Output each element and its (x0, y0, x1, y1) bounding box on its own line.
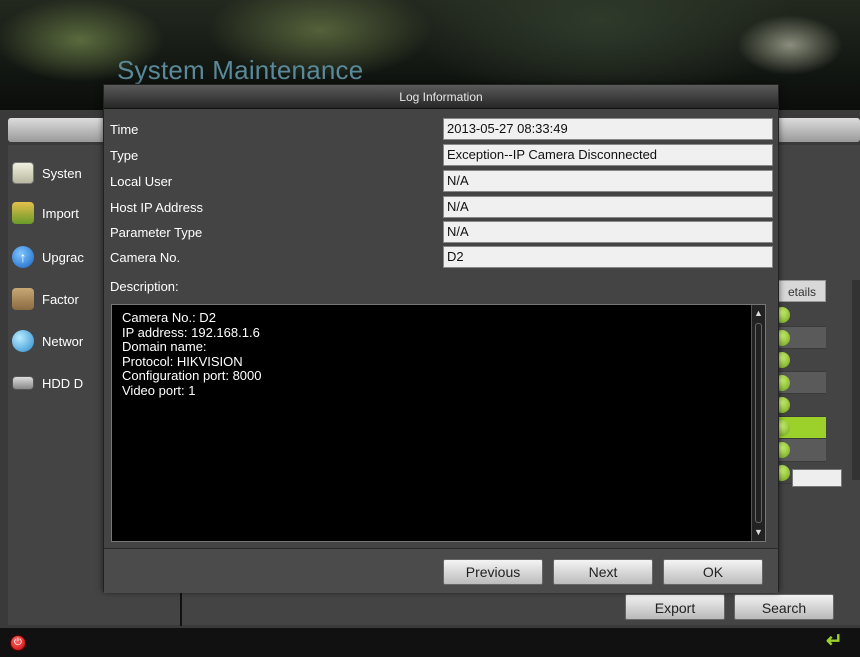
sidebar-item-network[interactable]: Networ (12, 326, 83, 356)
table-row[interactable] (774, 371, 826, 394)
sidebar-item-factory-default[interactable]: Factor (12, 284, 79, 314)
ok-button[interactable]: OK (663, 559, 763, 585)
field-label: Time (110, 122, 139, 137)
search-button[interactable]: Search (734, 594, 834, 620)
scroll-down-icon[interactable]: ▼ (752, 526, 765, 539)
field-label: Camera No. (110, 250, 181, 265)
import-export-icon (12, 202, 34, 224)
local-user-value: N/A (443, 170, 773, 192)
field-local-user: Local User N/A (110, 170, 774, 194)
log-table-rows (774, 304, 826, 484)
sidebar-item-label: Systen (42, 165, 82, 181)
sidebar-item-label: Networ (42, 333, 84, 349)
description-text: Camera No.: D2 IP address: 192.168.1.6 Dom… (122, 310, 262, 398)
sidebar-item-import-export[interactable]: Import (12, 198, 79, 228)
table-row[interactable] (774, 439, 826, 462)
sidebar-item-label: Upgrac (42, 249, 84, 265)
table-row[interactable] (774, 326, 826, 349)
back-arrow-icon[interactable]: ↵ (826, 631, 843, 651)
description-scrollbar[interactable]: ▲ ▼ (751, 305, 765, 541)
field-label: Host IP Address (110, 200, 203, 215)
page-title: System Maintenance (117, 55, 364, 85)
description-line: Camera No.: D2 (122, 310, 216, 325)
description-line: IP address: 192.168.1.6 (122, 324, 260, 340)
field-label: Local User (110, 174, 173, 189)
page-input[interactable] (792, 469, 842, 487)
field-camera-no: Camera No. D2 (110, 246, 774, 270)
field-host-ip: Host IP Address N/A (110, 196, 774, 220)
field-parameter-type: Parameter Type N/A (110, 221, 774, 245)
host-ip-value: N/A (443, 196, 773, 218)
field-time: Time 2013-05-27 08:33:49 (110, 118, 774, 142)
next-button[interactable]: Next (553, 559, 653, 585)
divider (180, 590, 182, 626)
parameter-type-value: N/A (443, 221, 773, 243)
description-box[interactable]: Camera No.: D2 IP address: 192.168.1.6 Dom… (111, 304, 766, 542)
sidebar-item-label: HDD D (42, 375, 84, 391)
table-row[interactable] (774, 394, 826, 417)
sidebar-item-label: Factor (42, 291, 79, 307)
table-row[interactable] (774, 349, 826, 372)
time-value: 2013-05-27 08:33:49 (443, 118, 773, 140)
sidebar-item-label: Import (42, 205, 79, 221)
type-value: Exception--IP Camera Disconnected (443, 144, 773, 166)
details-column-header[interactable]: etails (778, 280, 826, 302)
dialog-title: Log Information (104, 85, 778, 109)
status-bar (0, 628, 860, 657)
log-information-dialog: Log Information Time 2013-05-27 08:33:49… (103, 84, 779, 593)
export-button[interactable]: Export (625, 594, 725, 620)
system-info-icon (12, 162, 34, 184)
description-label: Description: (110, 279, 179, 294)
description-line: Configuration port: 8000 (122, 368, 262, 383)
upgrade-icon: ↑ (12, 246, 34, 268)
scroll-track[interactable] (755, 323, 762, 523)
field-label: Parameter Type (110, 225, 203, 240)
sidebar-item-upgrade[interactable]: ↑ Upgrac (12, 242, 84, 272)
table-row-selected[interactable] (774, 416, 826, 439)
sidebar-item-hdd[interactable]: HDD D (12, 368, 83, 398)
description-line: Domain name: (122, 339, 207, 354)
nvr-screen: System Maintenance Systen Import ↑ Upgra… (0, 0, 860, 657)
field-type: Type Exception--IP Camera Disconnected (110, 144, 774, 168)
description-line: Protocol: HIKVISION (122, 353, 243, 369)
table-row[interactable] (774, 304, 826, 327)
power-icon[interactable]: ⏻ (10, 635, 26, 651)
hdd-icon (12, 376, 34, 390)
description-line: Video port: 1 (122, 382, 196, 398)
scroll-up-icon[interactable]: ▲ (752, 307, 765, 320)
previous-button[interactable]: Previous (443, 559, 543, 585)
dialog-footer: Previous Next OK (104, 548, 778, 593)
table-scrollbar[interactable] (852, 280, 860, 480)
factory-default-icon (12, 288, 34, 310)
network-icon (12, 330, 34, 352)
field-label: Type (110, 148, 139, 163)
camera-no-value: D2 (443, 246, 773, 268)
sidebar-item-system-info[interactable]: Systen (12, 158, 82, 188)
